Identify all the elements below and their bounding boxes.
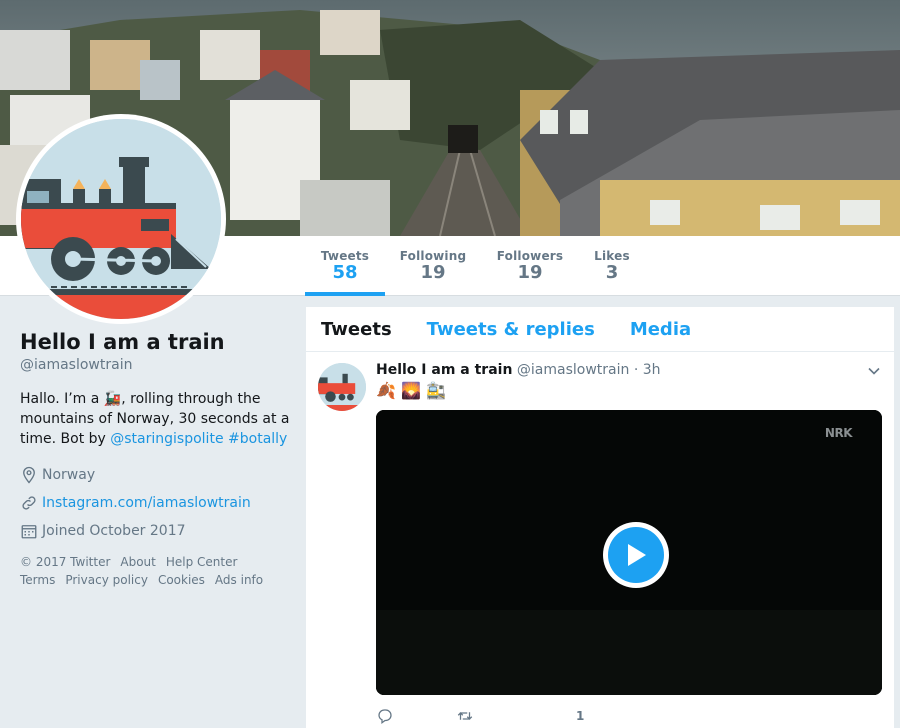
tab-media[interactable]: Media	[630, 319, 691, 340]
footer-about-link[interactable]: About	[120, 555, 155, 569]
profile-joined: Joined October 2017	[20, 521, 290, 541]
calendar-icon	[21, 525, 37, 539]
footer-privacy-link[interactable]: Privacy policy	[65, 573, 148, 587]
footer-copyright: © 2017 Twitter	[20, 555, 111, 569]
stat-value: 19	[517, 262, 543, 283]
timeline: Tweets Tweets & replies Media Hello I am…	[306, 307, 894, 728]
profile-bio: Hallo. I’m a 🚂, rolling through the moun…	[20, 389, 290, 449]
profile-name[interactable]: Hello I am a train	[20, 330, 290, 354]
bio-mention-link[interactable]: @staringispolite	[110, 431, 223, 447]
tweet-author-name[interactable]: Hello I am a train	[376, 362, 512, 378]
train-avatar-image	[21, 119, 221, 319]
profile-avatar[interactable]	[16, 114, 226, 324]
footer-links: © 2017 Twitter About Help Center Terms Priv…	[20, 553, 290, 589]
profile-meta: Norway Instagram.com/iamaslowtrain Joine…	[20, 465, 290, 541]
footer-help-link[interactable]: Help Center	[166, 555, 238, 569]
tweet-video[interactable]: NRK	[376, 410, 882, 695]
link-icon	[22, 496, 36, 510]
stat-label: Likes	[594, 249, 630, 263]
tab-tweets-replies[interactable]: Tweets & replies	[427, 319, 595, 340]
timeline-tabs: Tweets Tweets & replies Media	[306, 307, 894, 352]
stat-tweets[interactable]: Tweets 58	[305, 236, 385, 296]
tweet-header: Hello I am a train @iamaslowtrain · 3h	[376, 362, 661, 378]
chevron-down-icon[interactable]	[866, 363, 882, 379]
tweet-timestamp[interactable]: 3h	[643, 362, 661, 378]
profile-website: Instagram.com/iamaslowtrain	[20, 493, 290, 513]
tab-tweets[interactable]: Tweets	[321, 319, 392, 340]
play-icon	[628, 544, 646, 566]
tweet-text: 🍂 🌄 🚉	[376, 381, 446, 400]
tweet-avatar[interactable]	[318, 363, 366, 411]
stat-value: 58	[332, 262, 358, 283]
stat-value: 3	[605, 262, 619, 283]
stat-followers[interactable]: Followers 19	[494, 236, 566, 296]
stat-following[interactable]: Following 19	[397, 236, 469, 296]
tweet-actions: 1	[376, 707, 584, 725]
footer-terms-link[interactable]: Terms	[20, 573, 55, 587]
stat-likes[interactable]: Likes 3	[590, 236, 634, 296]
bio-hashtag-link[interactable]: #botally	[228, 431, 287, 447]
profile-handle[interactable]: @iamaslowtrain	[20, 357, 290, 373]
like-count: 1	[576, 709, 585, 723]
footer-ads-link[interactable]: Ads info	[215, 573, 263, 587]
stat-label: Tweets	[320, 249, 370, 263]
stat-label: Followers	[496, 249, 564, 263]
stat-label: Following	[399, 249, 467, 263]
location-pin-icon	[23, 466, 35, 484]
profile-location: Norway	[20, 465, 290, 485]
play-button[interactable]	[603, 522, 669, 588]
video-watermark: NRK	[824, 426, 853, 440]
footer-cookies-link[interactable]: Cookies	[158, 573, 205, 587]
train-avatar-image	[318, 363, 366, 411]
tweet-separator: ·	[629, 362, 643, 378]
tweet-author-handle[interactable]: @iamaslowtrain	[517, 362, 629, 378]
website-link[interactable]: Instagram.com/iamaslowtrain	[42, 495, 251, 511]
stat-value: 19	[420, 262, 446, 283]
retweet-button[interactable]	[456, 707, 556, 725]
retweet-icon	[457, 712, 473, 720]
profile-card: Hello I am a train @iamaslowtrain Hallo.…	[20, 330, 290, 589]
location-text: Norway	[42, 467, 96, 483]
joined-text: Joined October 2017	[42, 523, 186, 539]
reply-icon	[378, 709, 392, 725]
reply-button[interactable]	[376, 707, 456, 725]
like-button[interactable]: 1	[556, 707, 584, 725]
